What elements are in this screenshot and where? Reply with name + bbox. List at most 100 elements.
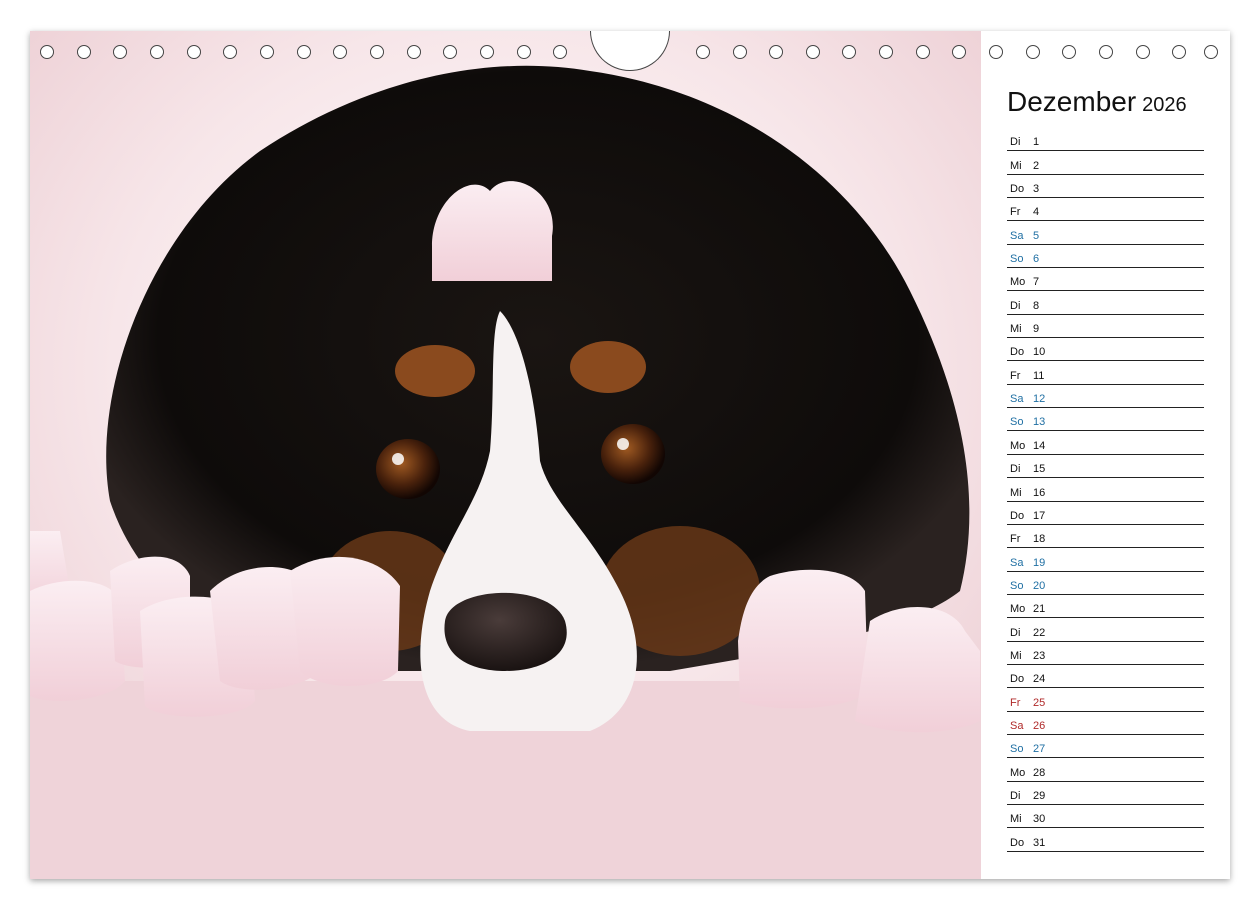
weekday-label: Do bbox=[1010, 346, 1025, 359]
day-row: Fr 25 bbox=[1007, 688, 1204, 712]
day-row: Sa 5 bbox=[1007, 221, 1204, 245]
weekday-label: So bbox=[1010, 743, 1024, 756]
date-number: 26 bbox=[1033, 719, 1046, 732]
binding-hole bbox=[1136, 45, 1150, 59]
binding-hole bbox=[842, 45, 856, 59]
date-number: 31 bbox=[1033, 836, 1046, 849]
day-row: Mi 23 bbox=[1007, 642, 1204, 665]
binding-hole bbox=[407, 45, 421, 59]
weekday-label: Do bbox=[1010, 673, 1025, 686]
day-row: Di 1 bbox=[1007, 128, 1204, 152]
date-number: 5 bbox=[1033, 229, 1040, 242]
binding-hole bbox=[806, 45, 820, 59]
date-number: 19 bbox=[1033, 556, 1046, 569]
day-row: Mi 2 bbox=[1007, 151, 1204, 175]
binding-hole bbox=[989, 45, 1003, 59]
binding-hole bbox=[733, 45, 747, 59]
weekday-label: Sa bbox=[1010, 229, 1024, 242]
day-row: So 13 bbox=[1007, 408, 1204, 432]
weekday-label: So bbox=[1010, 579, 1024, 592]
day-row: Di 29 bbox=[1007, 782, 1204, 805]
date-number: 27 bbox=[1033, 743, 1046, 756]
date-number: 23 bbox=[1033, 649, 1046, 662]
dog-photo bbox=[30, 31, 981, 879]
binding-hole bbox=[769, 45, 783, 59]
date-number: 25 bbox=[1033, 696, 1046, 709]
day-row: Do 31 bbox=[1007, 828, 1204, 852]
binding-hole bbox=[517, 45, 531, 59]
weekday-label: Mi bbox=[1010, 159, 1022, 172]
day-row: Mi 30 bbox=[1007, 805, 1204, 829]
binding-hole bbox=[223, 45, 237, 59]
date-number: 10 bbox=[1033, 346, 1046, 359]
day-row: Fr 11 bbox=[1007, 361, 1204, 385]
binding-hole bbox=[879, 45, 893, 59]
date-number: 17 bbox=[1033, 509, 1046, 522]
date-number: 9 bbox=[1033, 323, 1040, 336]
day-row: Mi 16 bbox=[1007, 478, 1204, 502]
month-year: 2026 bbox=[1142, 94, 1187, 116]
date-number: 18 bbox=[1033, 533, 1046, 546]
binding-hole bbox=[696, 45, 710, 59]
weekday-label: Do bbox=[1010, 183, 1025, 196]
weekday-label: Fr bbox=[1010, 206, 1021, 219]
day-row: So 27 bbox=[1007, 735, 1204, 759]
binding-hole bbox=[150, 45, 164, 59]
date-number: 11 bbox=[1033, 369, 1045, 382]
weekday-label: Di bbox=[1010, 463, 1021, 476]
weekday-label: Do bbox=[1010, 509, 1025, 522]
binding-hole bbox=[553, 45, 567, 59]
date-number: 21 bbox=[1033, 603, 1046, 616]
weekday-label: Fr bbox=[1010, 696, 1021, 709]
date-number: 24 bbox=[1033, 673, 1046, 686]
binding-hole bbox=[187, 45, 201, 59]
weekday-label: So bbox=[1010, 253, 1024, 266]
day-list: Di 1 Mi 2 Do 3 Fr 4 Sa 5 So 6 Mo 7 Di 8 Mi 9 Do 10 Fr 11 Sa 12 S… bbox=[1007, 128, 1204, 852]
binding-hole bbox=[77, 45, 91, 59]
calendar-page: Dezember 2026 Di 1 Mi 2 Do 3 Fr 4 Sa 5 So 6 Mo 7 Di 8 Mi 9… bbox=[30, 31, 1230, 879]
day-row: Mo 7 bbox=[1007, 268, 1204, 292]
weekday-label: Di bbox=[1010, 299, 1021, 312]
day-row: Fr 4 bbox=[1007, 198, 1204, 222]
day-row: Di 8 bbox=[1007, 291, 1204, 315]
weekday-label: Mo bbox=[1010, 276, 1026, 289]
date-number: 4 bbox=[1033, 206, 1040, 219]
day-row: Mi 9 bbox=[1007, 315, 1204, 339]
date-number: 1 bbox=[1033, 136, 1040, 149]
date-number: 29 bbox=[1033, 789, 1046, 802]
weekday-label: Sa bbox=[1010, 556, 1024, 569]
binding-hole bbox=[1062, 45, 1076, 59]
binding-hole bbox=[333, 45, 347, 59]
weekday-label: Mo bbox=[1010, 439, 1026, 452]
weekday-label: Fr bbox=[1010, 533, 1021, 546]
weekday-label: Mi bbox=[1010, 813, 1022, 826]
day-row: Mo 28 bbox=[1007, 758, 1204, 782]
day-row: Sa 19 bbox=[1007, 548, 1204, 572]
binding-hole bbox=[1026, 45, 1040, 59]
binding-hole bbox=[1172, 45, 1186, 59]
binding-hole bbox=[480, 45, 494, 59]
weekday-label: Mo bbox=[1010, 766, 1026, 779]
weekday-label: Mo bbox=[1010, 603, 1026, 616]
weekday-label: So bbox=[1010, 416, 1024, 429]
date-number: 16 bbox=[1033, 486, 1046, 499]
binding-hole bbox=[916, 45, 930, 59]
binding-hole bbox=[297, 45, 311, 59]
binding-hole bbox=[1204, 45, 1218, 59]
day-row: Mo 21 bbox=[1007, 595, 1204, 619]
day-row: Do 10 bbox=[1007, 338, 1204, 362]
date-number: 20 bbox=[1033, 579, 1046, 592]
weekday-label: Fr bbox=[1010, 369, 1021, 382]
weekday-label: Sa bbox=[1010, 393, 1024, 406]
binding-hole bbox=[113, 45, 127, 59]
day-row: So 6 bbox=[1007, 245, 1204, 269]
date-number: 28 bbox=[1033, 766, 1046, 779]
day-row: Sa 26 bbox=[1007, 712, 1204, 735]
day-row: Sa 12 bbox=[1007, 385, 1204, 409]
weekday-label: Mi bbox=[1010, 486, 1022, 499]
date-number: 13 bbox=[1033, 416, 1046, 429]
day-row: Di 15 bbox=[1007, 455, 1204, 479]
weekday-label: Mi bbox=[1010, 323, 1022, 336]
day-row: Fr 18 bbox=[1007, 525, 1204, 549]
day-row: Do 24 bbox=[1007, 665, 1204, 689]
